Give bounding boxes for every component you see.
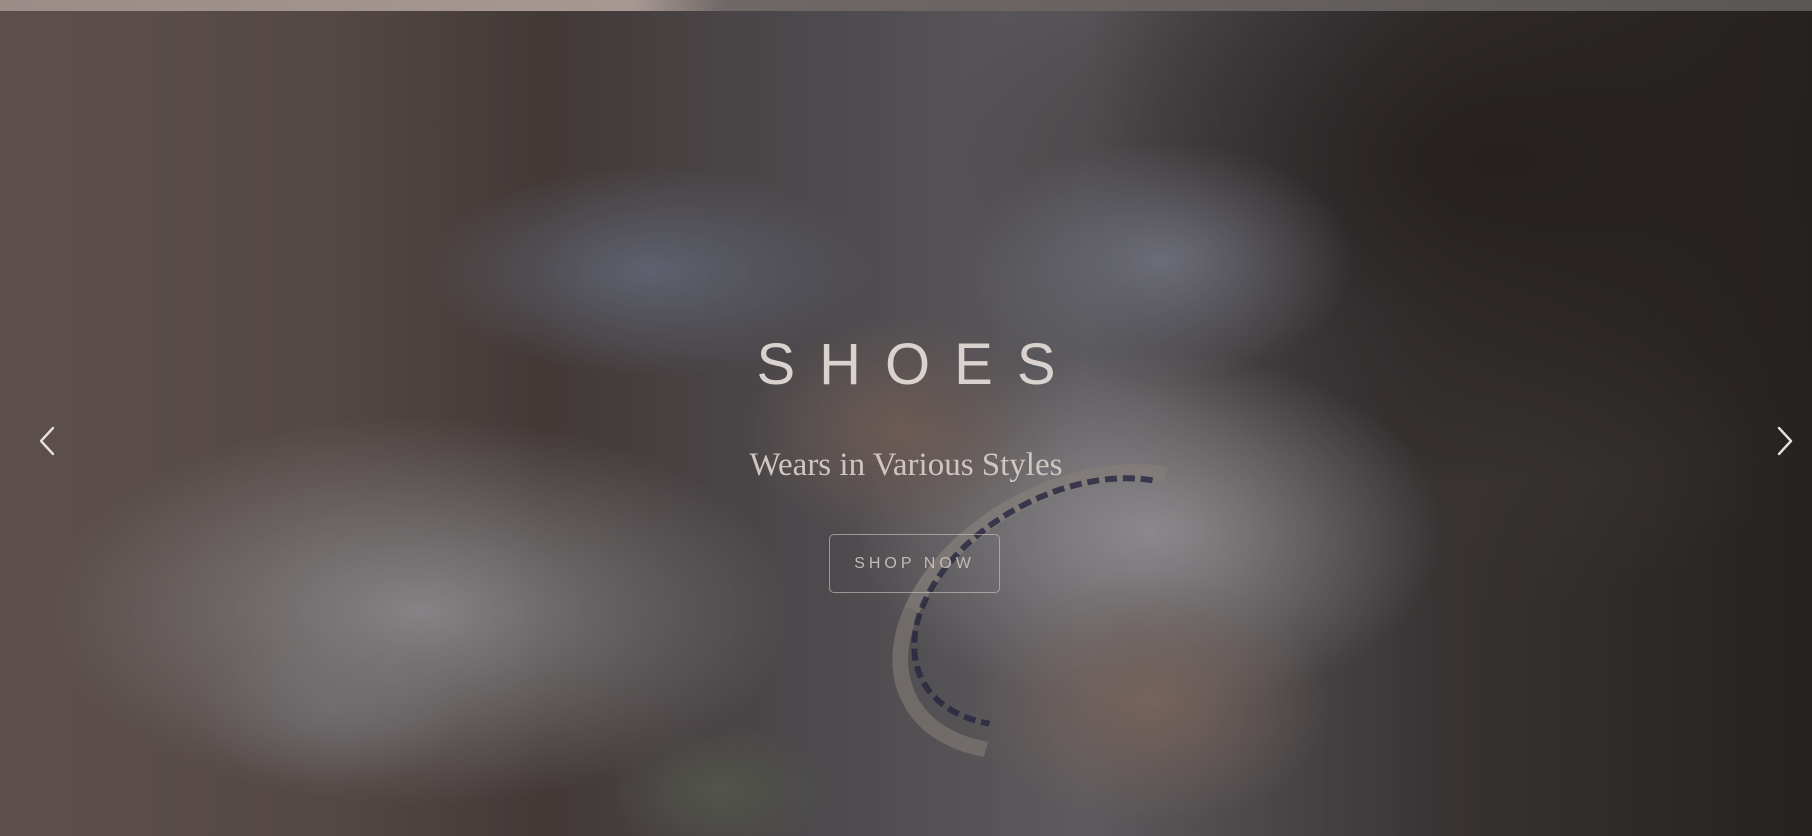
hero-subtitle: Wears in Various Styles — [749, 447, 1063, 483]
shop-now-button[interactable]: SHOP NOW — [829, 534, 1000, 593]
hero-slider: SHOES Wears in Various Styles SHOP NOW — [0, 11, 1812, 836]
slider-next-button[interactable] — [1770, 421, 1800, 461]
page: SHOES Wears in Various Styles SHOP NOW — [0, 0, 1812, 836]
hero-title: SHOES — [756, 332, 1080, 397]
slider-prev-button[interactable] — [32, 421, 62, 461]
chevron-right-icon — [1776, 426, 1794, 456]
top-strip — [0, 0, 1812, 11]
chevron-left-icon — [38, 426, 56, 456]
hero-content: SHOES Wears in Various Styles SHOP NOW — [0, 11, 1812, 836]
